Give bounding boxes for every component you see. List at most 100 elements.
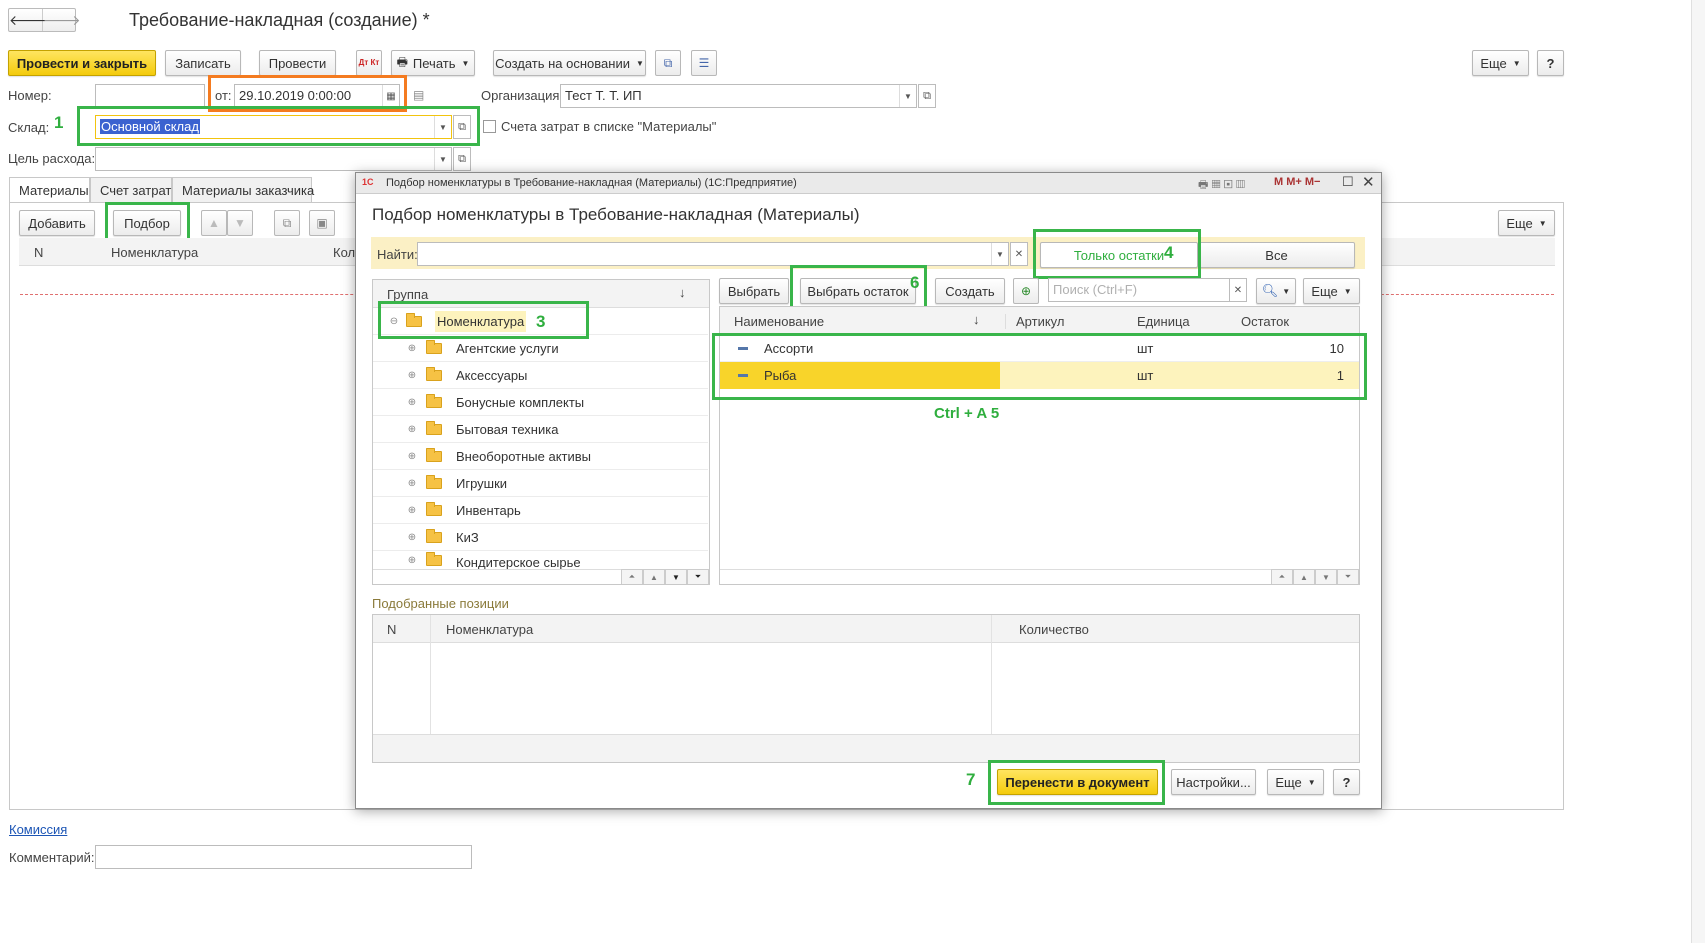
- save-button[interactable]: Записать: [165, 50, 241, 76]
- commission-link[interactable]: Комиссия: [9, 822, 67, 837]
- scroll-up-icon[interactable]: ▲: [1293, 569, 1315, 584]
- sort-down-icon[interactable]: ↓: [973, 312, 980, 327]
- warehouse-value: Основной склад: [100, 119, 200, 134]
- report-icon[interactable]: ☰: [691, 50, 717, 76]
- scroll-top-icon[interactable]: ⏶: [621, 569, 643, 584]
- clear-search-icon[interactable]: ✕: [1229, 278, 1247, 302]
- tab-cost-account[interactable]: Счет затрат: [90, 177, 172, 203]
- materials-more-button[interactable]: Еще ▼: [1498, 210, 1555, 236]
- list-icon[interactable]: ▤: [413, 88, 424, 102]
- selection-dialog: 1С Подбор номенклатуры в Требование-накл…: [355, 172, 1382, 809]
- add-button[interactable]: Добавить: [19, 210, 95, 236]
- warehouse-label: Склад:: [8, 120, 50, 135]
- tree-item[interactable]: ⊕ Бонусные комплекты: [373, 389, 708, 416]
- copy-icon[interactable]: ⧉: [274, 210, 300, 236]
- tree-item[interactable]: ⊕ Инвентарь: [373, 497, 708, 524]
- find-label: Найти:: [377, 247, 418, 262]
- tab-materials[interactable]: Материалы: [9, 177, 90, 203]
- scroll-up-icon[interactable]: ▲: [643, 569, 665, 584]
- open-purpose-icon[interactable]: ⧉: [453, 147, 471, 171]
- tree-item[interactable]: ⊕ Агентские услуги: [373, 335, 708, 362]
- tree-item[interactable]: ⊕ Аксессуары: [373, 362, 708, 389]
- search-button[interactable]: 🔍︎ ▼: [1256, 278, 1296, 304]
- tree-item-label: Агентские услуги: [456, 340, 559, 356]
- scroll-bottom-icon[interactable]: ⏷: [687, 569, 709, 584]
- calendar-icon[interactable]: ▦: [382, 85, 399, 107]
- expand-icon[interactable]: ⊕: [406, 555, 418, 566]
- post-and-close-button[interactable]: Провести и закрыть: [8, 50, 156, 76]
- window-tools-icon[interactable]: 🖶 ▦ ▣ ▥: [1198, 176, 1245, 195]
- selection-button[interactable]: Подбор: [113, 210, 181, 236]
- tab-customer-materials[interactable]: Материалы заказчика: [172, 177, 314, 203]
- expand-icon[interactable]: ⊕: [406, 505, 418, 516]
- expand-icon[interactable]: ⊕: [406, 451, 418, 462]
- dialog-help-button[interactable]: ?: [1333, 769, 1360, 795]
- open-org-icon[interactable]: ⧉: [918, 84, 936, 108]
- tree-item[interactable]: ⊕ Игрушки: [373, 470, 708, 497]
- collapse-icon[interactable]: ⊖: [388, 316, 400, 327]
- sort-down-icon[interactable]: ↓: [679, 285, 686, 300]
- expand-icon[interactable]: ⊕: [406, 370, 418, 381]
- scroll-top-icon[interactable]: ⏶: [1271, 569, 1293, 584]
- settings-button[interactable]: Настройки...: [1171, 769, 1256, 795]
- expand-icon[interactable]: ⊕: [406, 532, 418, 543]
- clear-find-icon[interactable]: ✕: [1010, 242, 1028, 266]
- transfer-to-document-button[interactable]: Перенести в документ: [997, 769, 1158, 795]
- move-up-icon[interactable]: ▲: [201, 210, 227, 236]
- chevron-down-icon[interactable]: ▼: [899, 85, 916, 107]
- expand-icon[interactable]: ⊕: [406, 343, 418, 354]
- select-stock-button[interactable]: Выбрать остаток: [800, 278, 916, 304]
- scroll-down-icon[interactable]: ▼: [1315, 569, 1337, 584]
- tree-item[interactable]: ⊕ Внеоборотные активы: [373, 443, 708, 470]
- only-stock-toggle[interactable]: Только остатки: [1040, 242, 1198, 268]
- chevron-down-icon[interactable]: ▼: [991, 243, 1008, 265]
- structure-icon[interactable]: ⧉: [655, 50, 681, 76]
- help-button[interactable]: ?: [1537, 50, 1564, 76]
- comment-label: Комментарий:: [9, 850, 95, 865]
- chevron-down-icon[interactable]: ▼: [434, 116, 451, 138]
- table-row[interactable]: Рыба шт 1: [720, 362, 1359, 389]
- number-field[interactable]: [95, 84, 205, 108]
- date-field[interactable]: 29.10.2019 0:00:00 ▦: [234, 84, 400, 108]
- dialog-more-button[interactable]: Еще ▼: [1267, 769, 1324, 795]
- tree-item[interactable]: ⊕ Кондитерское сырье: [373, 551, 708, 571]
- expand-icon[interactable]: ⊕: [406, 478, 418, 489]
- all-toggle[interactable]: Все: [1198, 242, 1355, 268]
- close-icon[interactable]: ✕: [1362, 173, 1375, 191]
- print-label: Печать: [412, 55, 456, 71]
- tree-item[interactable]: ⊕ Бытовая техника: [373, 416, 708, 443]
- org-field[interactable]: Тест Т. Т. ИП ▼: [560, 84, 917, 108]
- move-down-icon[interactable]: ▼: [227, 210, 253, 236]
- main-scrollbar[interactable]: [1691, 0, 1705, 943]
- more-button[interactable]: Еще ▼: [1472, 50, 1529, 76]
- select-button[interactable]: Выбрать: [719, 278, 789, 304]
- memory-icons[interactable]: M M+ M−: [1274, 176, 1320, 188]
- back-icon[interactable]: 🡐: [9, 9, 47, 31]
- find-field[interactable]: ▼: [417, 242, 1009, 266]
- print-button[interactable]: 🖶 Печать ▼: [391, 50, 475, 76]
- paste-icon[interactable]: ▣: [309, 210, 335, 236]
- add-copy-icon[interactable]: ⊕: [1013, 278, 1039, 304]
- table-row[interactable]: Ассорти шт 10: [720, 335, 1359, 362]
- create-button[interactable]: Создать: [935, 278, 1005, 304]
- dtkt-icon[interactable]: Дт Кт: [356, 50, 382, 76]
- forward-icon[interactable]: 🡒: [43, 9, 81, 31]
- list-more-button[interactable]: Еще ▼: [1303, 278, 1360, 304]
- expand-icon[interactable]: ⊕: [406, 397, 418, 408]
- group-header: Группа ↓: [373, 280, 709, 308]
- maximize-icon[interactable]: ☐: [1342, 174, 1354, 190]
- cost-accounts-checkbox[interactable]: [483, 120, 496, 133]
- expand-icon[interactable]: ⊕: [406, 424, 418, 435]
- tree-item[interactable]: ⊕ КиЗ: [373, 524, 708, 551]
- create-based-button[interactable]: Создать на основании ▼: [493, 50, 646, 76]
- purpose-field[interactable]: ▼: [95, 147, 452, 171]
- scroll-down-icon[interactable]: ▼: [665, 569, 687, 584]
- scroll-bottom-icon[interactable]: ⏷: [1337, 569, 1359, 584]
- comment-field[interactable]: [95, 845, 472, 869]
- post-button[interactable]: Провести: [259, 50, 336, 76]
- warehouse-field[interactable]: Основной склад ▼: [95, 115, 452, 139]
- open-warehouse-icon[interactable]: ⧉: [453, 115, 471, 139]
- chevron-down-icon[interactable]: ▼: [434, 148, 451, 170]
- search-field[interactable]: Поиск (Ctrl+F): [1048, 278, 1230, 302]
- more-label: Еще: [1506, 215, 1533, 231]
